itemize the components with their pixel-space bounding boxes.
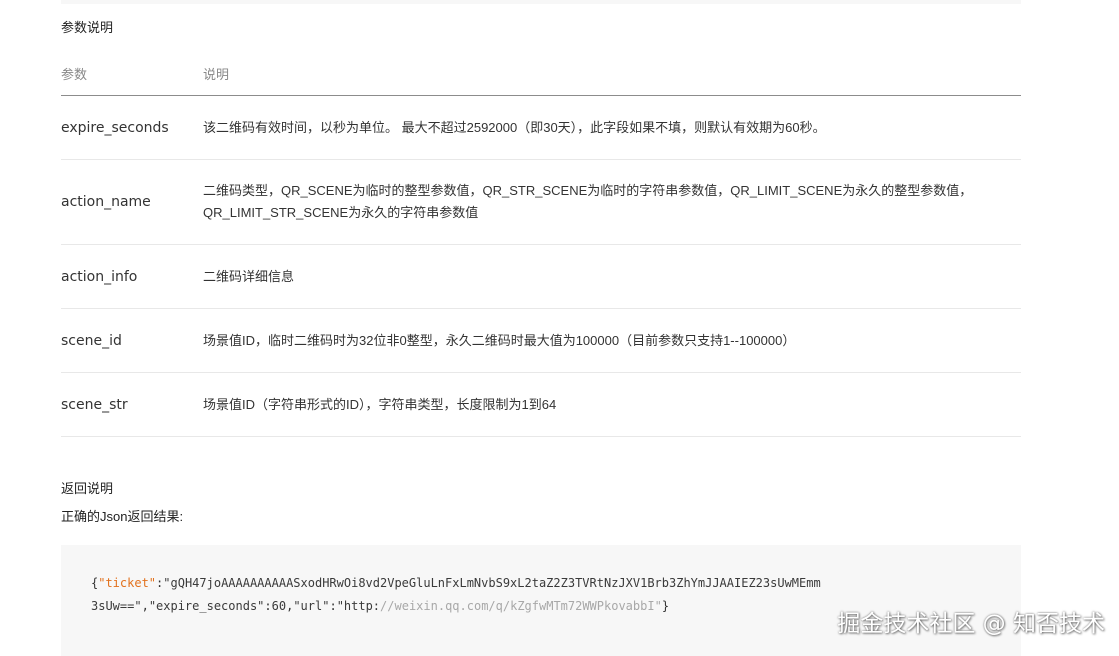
desc-column-header: 说明 bbox=[203, 52, 1021, 96]
code-key-url: "url" bbox=[293, 599, 330, 613]
param-column-header: 参数 bbox=[61, 52, 203, 96]
code-comma: , bbox=[141, 599, 149, 613]
param-desc: 二维码类型，QR_SCENE为临时的整型参数值，QR_STR_SCENE为临时的… bbox=[203, 159, 1021, 245]
return-section-title: 返回说明 bbox=[61, 481, 114, 496]
params-table-header-row: 参数 说明 bbox=[61, 52, 1021, 96]
param-desc: 场景值ID（字符串形式的ID），字符串类型，长度限制为1到64 bbox=[203, 372, 1021, 437]
param-name: scene_str bbox=[61, 372, 203, 437]
table-row: action_name 二维码类型，QR_SCENE为临时的整型参数值，QR_S… bbox=[61, 159, 1021, 245]
code-key-ticket: "ticket" bbox=[98, 576, 157, 590]
params-table: 参数 说明 expire_seconds 该二维码有效时间，以秒为单位。 最大不… bbox=[61, 52, 1021, 437]
return-section-subtitle: 正确的Json返回结果: bbox=[61, 509, 184, 524]
table-row: expire_seconds 该二维码有效时间，以秒为单位。 最大不超过2592… bbox=[61, 95, 1021, 160]
code-close-brace: } bbox=[661, 599, 670, 613]
code-key-expire-seconds: "expire_seconds" bbox=[148, 599, 265, 613]
table-row: scene_id 场景值ID，临时二维码时为32位非0整型，永久二维码时最大值为… bbox=[61, 308, 1021, 373]
code-value-ticket-part1: "gQH47joAAAAAAAAAASxodHRwOi8vd2VpeGluLnF… bbox=[163, 576, 821, 590]
param-desc: 场景值ID，临时二维码时为32位非0整型，永久二维码时最大值为100000（目前… bbox=[203, 308, 1021, 373]
code-value-url-prefix: "http: bbox=[336, 599, 381, 613]
code-value-expire-seconds: 60 bbox=[271, 599, 287, 613]
table-row: scene_str 场景值ID（字符串形式的ID），字符串类型，长度限制为1到6… bbox=[61, 372, 1021, 437]
code-colon: : bbox=[329, 599, 337, 613]
params-section-title: 参数说明 bbox=[61, 20, 114, 35]
code-value-ticket-part2: 3sUw==" bbox=[91, 599, 142, 613]
previous-code-block-edge bbox=[61, 0, 1021, 4]
param-name: expire_seconds bbox=[61, 95, 203, 160]
code-colon: : bbox=[264, 599, 272, 613]
param-desc: 该二维码有效时间，以秒为单位。 最大不超过2592000（即30天），此字段如果… bbox=[203, 95, 1021, 160]
param-name: scene_id bbox=[61, 308, 203, 373]
param-desc: 二维码详细信息 bbox=[203, 244, 1021, 309]
json-code-block: {"ticket":"gQH47joAAAAAAAAAASxodHRwOi8vd… bbox=[61, 545, 1021, 656]
code-line-1: {"ticket":"gQH47joAAAAAAAAAASxodHRwOi8vd… bbox=[91, 575, 821, 591]
watermark: 掘金技术社区 @ 知否技术 bbox=[837, 611, 1105, 637]
param-name: action_info bbox=[61, 244, 203, 309]
code-value-url-rest: //weixin.qq.com/q/kZgfwMTm72WWPkovabbI" bbox=[380, 599, 662, 613]
code-line-2: 3sUw==","expire_seconds":60,"url":"http:… bbox=[91, 598, 669, 614]
table-row: action_info 二维码详细信息 bbox=[61, 244, 1021, 309]
param-name: action_name bbox=[61, 159, 203, 245]
